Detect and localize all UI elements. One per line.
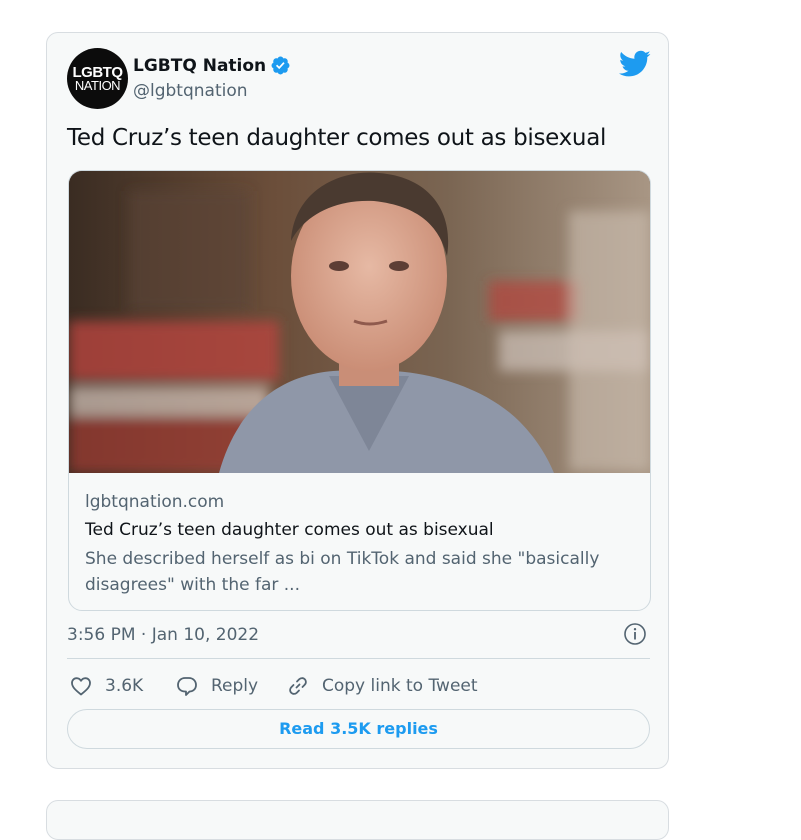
reply-button[interactable]: Reply bbox=[175, 673, 258, 699]
copy-link-label: Copy link to Tweet bbox=[322, 676, 478, 696]
link-description: She described herself as bi on TikTok an… bbox=[85, 549, 600, 595]
read-replies-button[interactable]: Read 3.5K replies bbox=[67, 709, 650, 749]
next-tweet-card[interactable] bbox=[46, 800, 669, 840]
speech-bubble-icon bbox=[177, 677, 197, 696]
link-preview-card[interactable]: lgbtqnation.com Ted Cruz’s teen daughter… bbox=[68, 170, 651, 611]
avatar[interactable]: LGBTQ NATION bbox=[67, 48, 128, 109]
link-preview-image[interactable] bbox=[69, 171, 650, 473]
author-display-name[interactable]: LGBTQ Nation bbox=[133, 56, 266, 76]
avatar-logo-subtext: NATION bbox=[74, 78, 121, 93]
heart-icon bbox=[71, 677, 91, 696]
copy-link-button[interactable]: Copy link to Tweet bbox=[286, 673, 478, 699]
divider bbox=[67, 658, 650, 659]
tweet-timestamp[interactable]: 3:56 PM · Jan 10, 2022 bbox=[67, 625, 259, 645]
link-domain: lgbtqnation.com bbox=[85, 492, 225, 512]
tweet-text: Ted Cruz’s teen daughter comes out as bi… bbox=[67, 125, 607, 151]
like-button[interactable]: 3.6K bbox=[69, 673, 143, 699]
info-icon[interactable] bbox=[623, 622, 647, 646]
author-handle[interactable]: @lgbtqnation bbox=[133, 81, 248, 101]
twitter-bird-icon[interactable] bbox=[619, 50, 651, 78]
verified-badge-icon bbox=[271, 56, 290, 75]
tweet-card[interactable]: LGBTQ NATION LGBTQ Nation @lgbtqnation T… bbox=[46, 32, 669, 769]
link-title: Ted Cruz’s teen daughter comes out as bi… bbox=[85, 520, 494, 540]
author-name-row[interactable]: LGBTQ Nation bbox=[133, 55, 291, 76]
link-chain-icon bbox=[289, 677, 307, 695]
reply-label: Reply bbox=[211, 676, 259, 696]
like-count: 3.6K bbox=[105, 676, 144, 696]
